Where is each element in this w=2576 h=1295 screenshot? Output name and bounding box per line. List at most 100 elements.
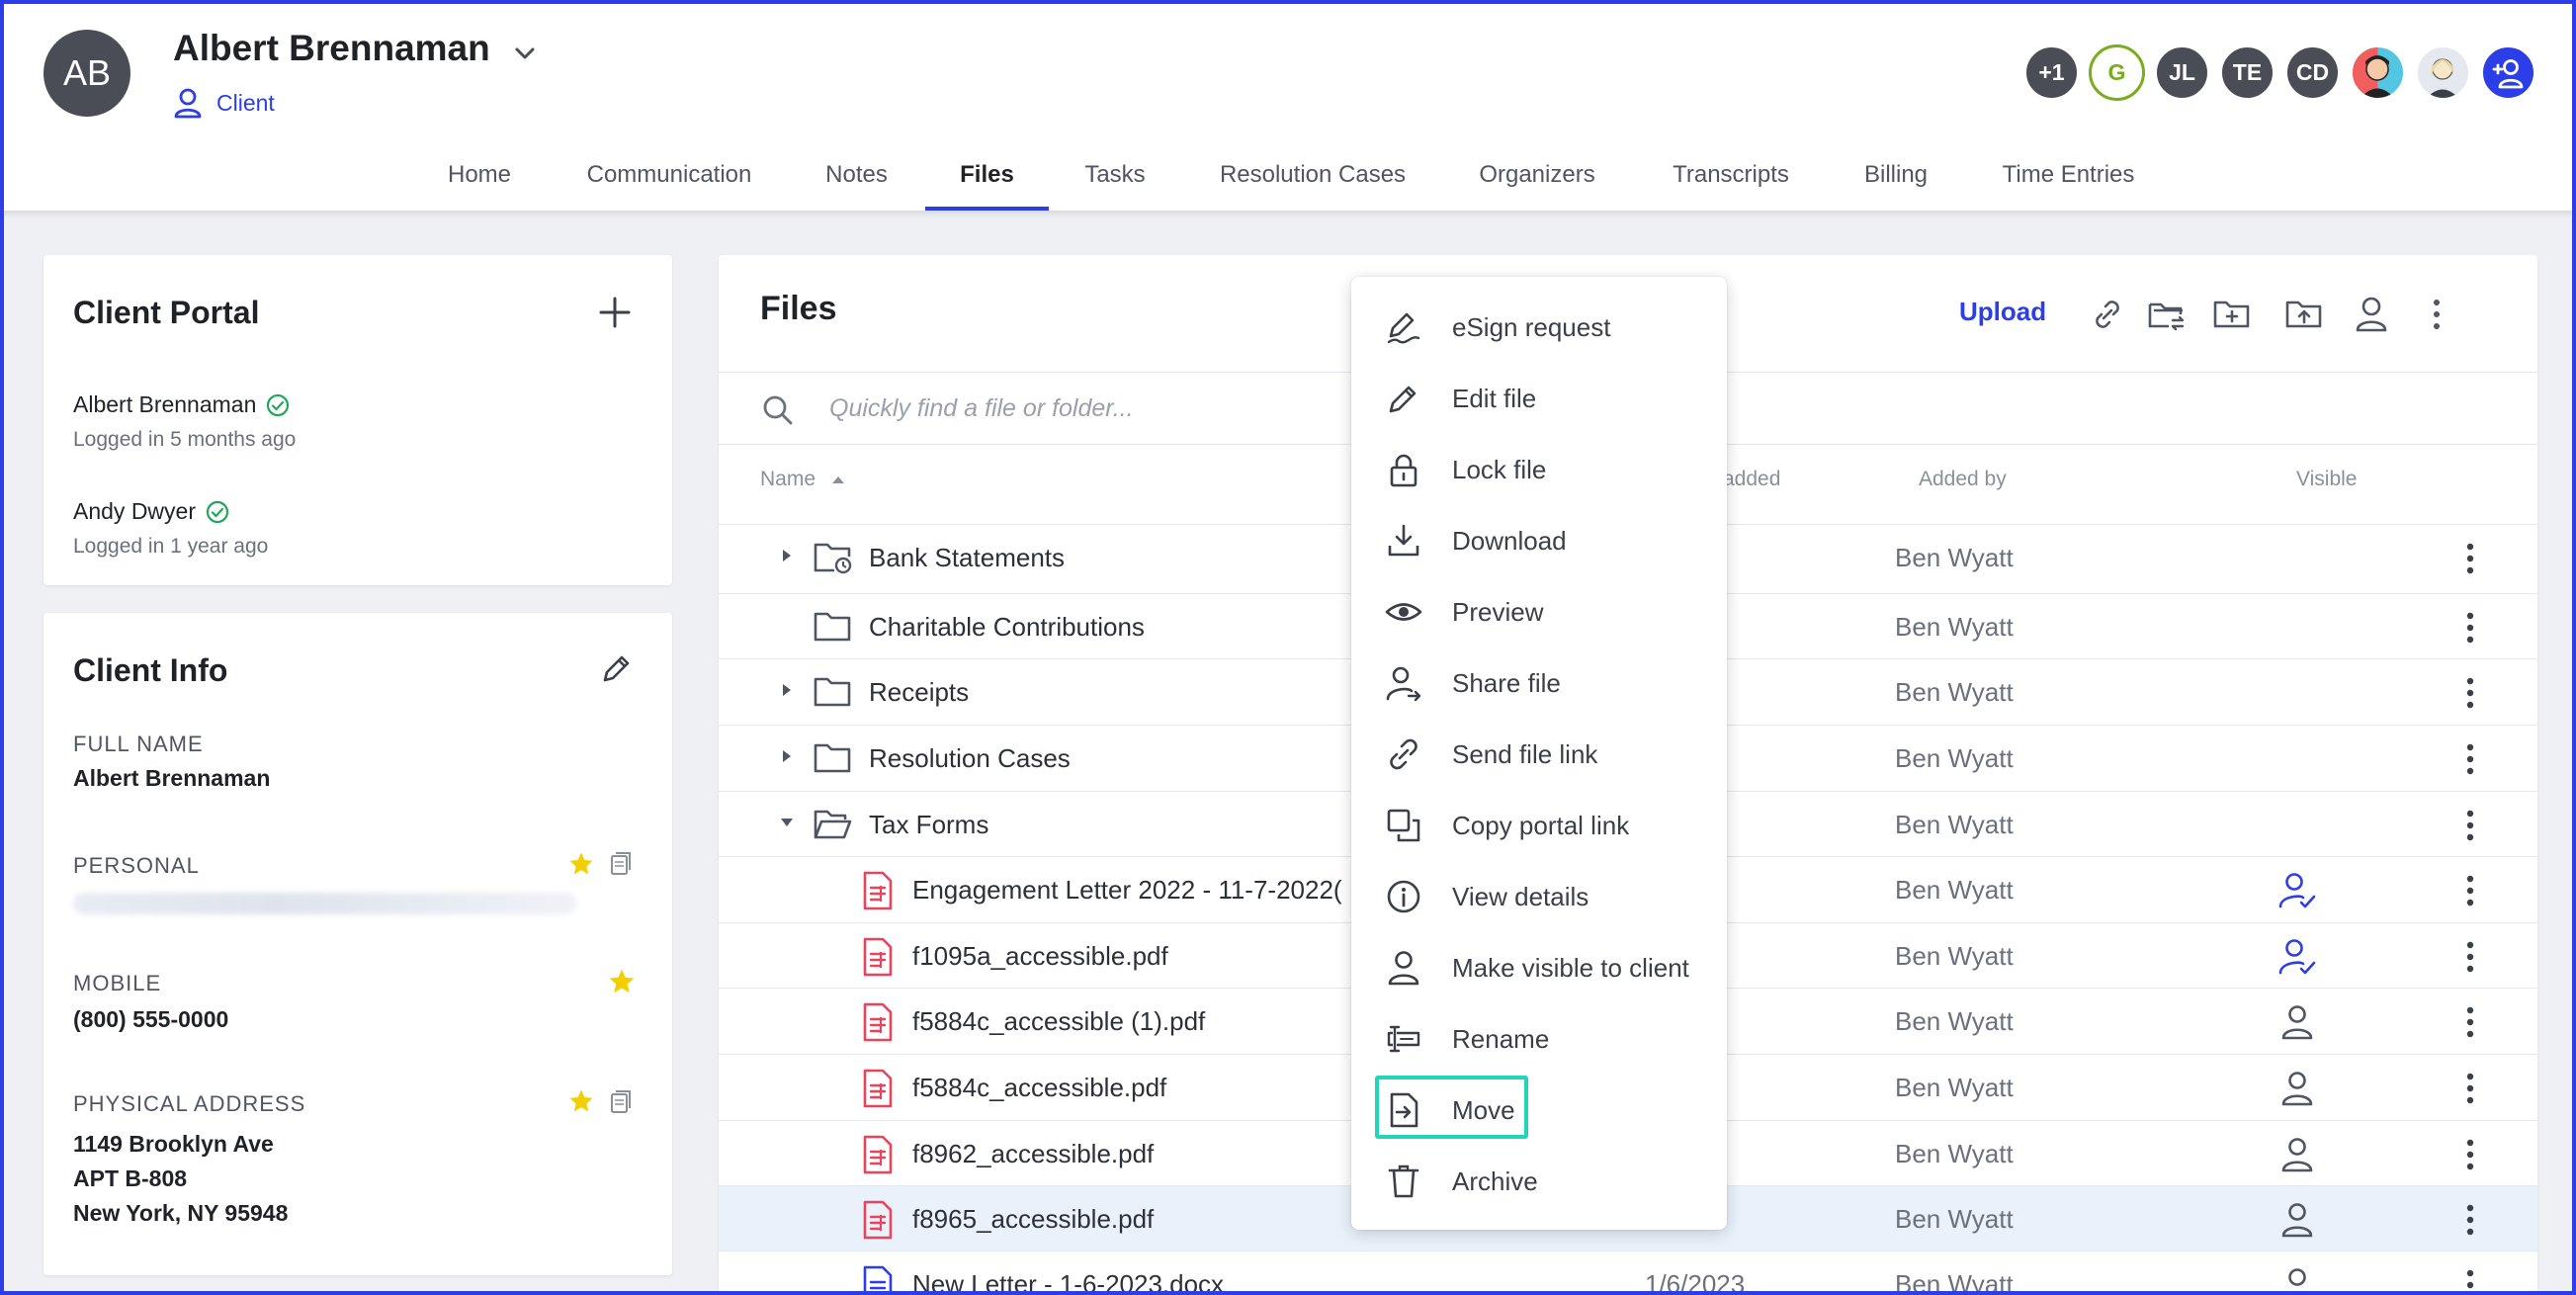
pencil-icon[interactable]	[597, 650, 635, 688]
row-name[interactable]: Engagement Letter 2022 - 11-7-2022(	[912, 875, 1342, 906]
plus-icon[interactable]	[597, 295, 633, 330]
tab-tasks[interactable]: Tasks	[1066, 158, 1164, 211]
download-icon	[1388, 524, 1419, 557]
client-role-label: Client	[216, 89, 275, 116]
row-more-button[interactable]	[2454, 541, 2486, 581]
team-member-avatar[interactable]: CD	[2284, 44, 2341, 101]
column-header-added-by[interactable]: Added by	[1919, 468, 2007, 491]
row-added-by: Ben Wyatt	[1895, 1269, 2014, 1295]
menu-item-label: Send file link	[1452, 738, 1598, 769]
row-name[interactable]: Charitable Contributions	[869, 612, 1145, 643]
row-more-button[interactable]	[2454, 675, 2486, 716]
folder-sync-icon[interactable]	[2145, 293, 2189, 336]
person-photo-icon	[2427, 58, 2458, 98]
menu-item-lock-file[interactable]: Lock file	[1351, 434, 1727, 505]
chevron-down-icon[interactable]	[509, 38, 541, 69]
star-icon[interactable]	[567, 850, 595, 878]
row-name[interactable]: New Letter - 1-6-2023.docx	[912, 1269, 1224, 1295]
not-visible-to-client-icon[interactable]	[2276, 1200, 2318, 1242]
tab-organizers[interactable]: Organizers	[1459, 158, 1615, 211]
row-name[interactable]: Resolution Cases	[869, 743, 1071, 774]
caret-right-icon[interactable]	[780, 749, 794, 763]
not-visible-to-client-icon[interactable]	[2276, 1002, 2318, 1044]
personal-email-redacted	[73, 893, 577, 914]
row-more-button[interactable]	[2454, 1071, 2486, 1111]
physical-address-label: PHYSICAL ADDRESS	[73, 1091, 306, 1116]
star-icon[interactable]	[567, 1087, 595, 1115]
menu-item-share-file[interactable]: Share file	[1351, 648, 1727, 719]
team-member-photo[interactable]	[2415, 44, 2471, 101]
esign-icon	[1387, 312, 1420, 344]
caret-right-icon[interactable]	[780, 683, 794, 697]
row-more-button[interactable]	[2454, 1004, 2486, 1045]
row-more-button[interactable]	[2454, 610, 2486, 650]
team-member-avatar[interactable]: TE	[2219, 44, 2275, 101]
file-row[interactable]: New Letter - 1-6-2023.docx 1/6/2023 Ben Wy…	[719, 1251, 2537, 1295]
tab-notes[interactable]: Notes	[805, 158, 908, 211]
row-more-button[interactable]	[2454, 741, 2486, 782]
row-name[interactable]: Tax Forms	[869, 810, 988, 840]
more-vertical-icon	[2466, 1006, 2474, 1038]
row-name[interactable]: f1095a_accessible.pdf	[912, 941, 1168, 972]
add-team-member-button[interactable]	[2480, 44, 2536, 101]
menu-item-edit-file[interactable]: Edit file	[1351, 363, 1727, 434]
not-visible-to-client-icon[interactable]	[2276, 1069, 2318, 1110]
tab-home[interactable]: Home	[425, 158, 534, 211]
menu-item-send-file-link[interactable]: Send file link	[1351, 719, 1727, 790]
tab-time-entries[interactable]: Time Entries	[1982, 158, 2155, 211]
tab-files[interactable]: Files	[925, 158, 1049, 211]
tab-billing[interactable]: Billing	[1846, 158, 1945, 211]
menu-item-preview[interactable]: Preview	[1351, 576, 1727, 648]
row-more-button[interactable]	[2454, 1137, 2486, 1177]
not-visible-to-client-icon[interactable]	[2276, 1135, 2318, 1176]
client-role[interactable]: Client	[173, 87, 275, 119]
row-more-button[interactable]	[2454, 1202, 2486, 1243]
row-name[interactable]: f8962_accessible.pdf	[912, 1139, 1154, 1169]
menu-item-highlight	[1375, 1076, 1528, 1139]
team-member-avatar[interactable]: JL	[2154, 44, 2210, 101]
not-visible-to-client-icon[interactable]	[2276, 1265, 2318, 1295]
mobile-value: (800) 555-0000	[73, 1006, 229, 1032]
menu-item-make-visible-to-client[interactable]: Make visible to client	[1351, 932, 1727, 1003]
caret-down-icon[interactable]	[780, 816, 794, 829]
row-more-button[interactable]	[2454, 939, 2486, 980]
row-name[interactable]: f8965_accessible.pdf	[912, 1204, 1154, 1235]
column-header-date-added[interactable]: added	[1723, 468, 1780, 491]
star-icon[interactable]	[607, 967, 637, 996]
visible-to-client-icon[interactable]	[2276, 937, 2318, 979]
link-icon[interactable]	[2086, 293, 2129, 336]
copy-icon[interactable]	[609, 1089, 633, 1115]
menu-item-archive[interactable]: Archive	[1351, 1146, 1727, 1217]
column-header-visible[interactable]: Visible	[2296, 468, 2357, 491]
more-vertical-icon	[2466, 1204, 2474, 1236]
row-name[interactable]: f5884c_accessible.pdf	[912, 1073, 1166, 1103]
row-more-button[interactable]	[2454, 808, 2486, 848]
tab-resolution-cases[interactable]: Resolution Cases	[1203, 158, 1422, 211]
column-header-name[interactable]: Name	[760, 468, 845, 491]
menu-item-copy-portal-link[interactable]: Copy portal link	[1351, 790, 1727, 861]
menu-item-esign-request[interactable]: eSign request	[1351, 292, 1727, 363]
team-member-more[interactable]: +1	[2023, 44, 2080, 101]
search-icon	[763, 395, 793, 425]
team-member-avatar[interactable]: G	[2089, 44, 2145, 101]
tab-transcripts[interactable]: Transcripts	[1652, 158, 1810, 211]
more-vertical-icon[interactable]	[2415, 293, 2458, 336]
menu-item-download[interactable]: Download	[1351, 505, 1727, 576]
tab-communication[interactable]: Communication	[570, 158, 768, 211]
row-name[interactable]: f5884c_accessible (1).pdf	[912, 1006, 1205, 1037]
row-more-button[interactable]	[2454, 1267, 2486, 1295]
folder-open-icon	[814, 810, 852, 839]
row-name[interactable]: Receipts	[869, 677, 969, 708]
copy-icon[interactable]	[609, 851, 633, 877]
upload-button[interactable]: Upload	[1959, 297, 2046, 327]
user-icon[interactable]	[2350, 293, 2393, 336]
row-more-button[interactable]	[2454, 873, 2486, 913]
menu-item-rename[interactable]: Rename	[1351, 1003, 1727, 1075]
new-folder-icon[interactable]	[2210, 293, 2254, 336]
caret-right-icon[interactable]	[780, 549, 794, 562]
menu-item-view-details[interactable]: View details	[1351, 861, 1727, 932]
row-name[interactable]: Bank Statements	[869, 543, 1065, 573]
team-member-photo[interactable]	[2350, 44, 2406, 101]
upload-folder-icon[interactable]	[2282, 293, 2326, 336]
visible-to-client-icon[interactable]	[2276, 871, 2318, 912]
